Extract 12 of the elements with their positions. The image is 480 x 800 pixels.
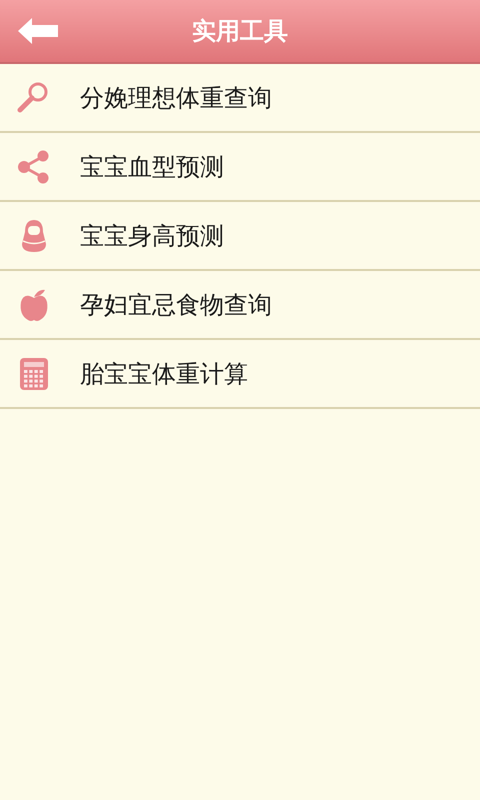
item-label: 分娩理想体重查询 xyxy=(80,82,272,114)
back-arrow-icon xyxy=(18,18,58,44)
list-item[interactable]: 胎宝宝体重计算 xyxy=(0,340,480,409)
list-item[interactable]: 宝宝血型预测 xyxy=(0,133,480,202)
item-label: 孕妇宜忌食物查询 xyxy=(80,290,272,320)
item-label: 宝宝血型预测 xyxy=(80,152,224,182)
list-item[interactable]: 宝宝身高预测 xyxy=(0,202,480,271)
item-label: 宝宝身高预测 xyxy=(80,220,224,252)
header-title: 实用工具 xyxy=(192,16,288,47)
item-label: 胎宝宝体重计算 xyxy=(80,358,248,390)
list-item[interactable]: 孕妇宜忌食物查询 xyxy=(0,271,480,340)
list-item[interactable]: 分娩理想体重查询 xyxy=(0,64,480,133)
